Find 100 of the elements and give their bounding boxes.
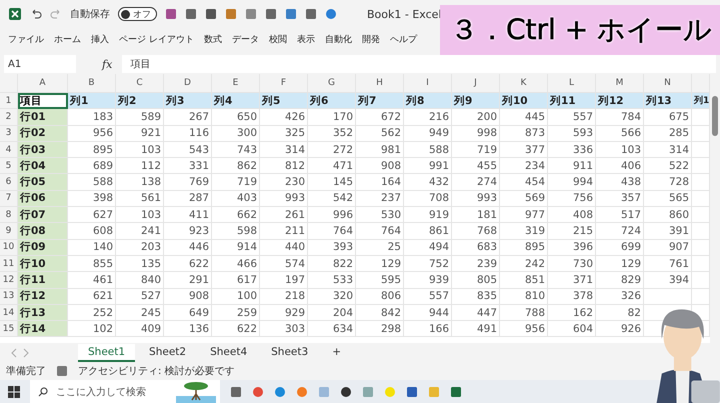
excel-logo-icon[interactable] <box>8 7 22 21</box>
column-header[interactable]: M <box>596 74 644 93</box>
table-cell: 662 <box>212 207 260 224</box>
table-cell: 842 <box>356 304 404 322</box>
table-cell: 行10 <box>18 256 68 272</box>
row-header[interactable]: 1 <box>0 93 18 110</box>
column-header[interactable]: N <box>644 74 692 93</box>
autosave-toggle[interactable]: オフ <box>118 7 157 21</box>
column-header[interactable]: G <box>308 74 356 93</box>
table-cell: 911 <box>548 158 596 174</box>
row-header[interactable]: 3 <box>0 126 18 142</box>
table-cell: 675 <box>644 109 692 126</box>
table-cell: 377 <box>500 142 548 158</box>
table-cell: 行13 <box>18 304 68 322</box>
table-cell: 764 <box>356 223 404 240</box>
column-header[interactable]: K <box>500 74 548 93</box>
table-cell: 行01 <box>18 109 68 126</box>
sheet-tab[interactable]: Sheet3 <box>261 344 318 362</box>
row-header[interactable]: 5 <box>0 158 18 174</box>
menu-tab[interactable]: ページ レイアウト <box>119 32 194 46</box>
row-header[interactable]: 8 <box>0 207 18 224</box>
function-label[interactable]: fx <box>102 58 112 70</box>
row-header[interactable]: 7 <box>0 190 18 208</box>
menu-tab[interactable]: データ <box>232 32 259 46</box>
table-cell: 行03 <box>18 142 68 158</box>
row-header[interactable]: 12 <box>0 272 18 289</box>
column-header[interactable]: D <box>164 74 212 93</box>
table-cell: 588 <box>68 174 116 191</box>
table-cell: 432 <box>404 174 452 191</box>
row-header[interactable]: 13 <box>0 288 18 305</box>
table-cell: 行08 <box>18 223 68 240</box>
table-cell: 197 <box>260 272 308 289</box>
taskbar-search-field[interactable]: ここに入力して検索 <box>30 380 220 403</box>
row-header[interactable]: 9 <box>0 223 18 240</box>
table-cell: 672 <box>356 109 404 126</box>
table-cell: 784 <box>596 109 644 126</box>
row-header[interactable]: 6 <box>0 174 18 191</box>
table-cell: 331 <box>164 158 212 174</box>
table-cell: 357 <box>596 190 644 208</box>
column-header[interactable]: J <box>452 74 500 93</box>
name-box[interactable]: A1 <box>4 55 76 73</box>
table-cell: 325 <box>260 126 308 142</box>
windows-start-icon[interactable] <box>8 386 20 398</box>
column-header[interactable]: E <box>212 74 260 93</box>
table-cell: 129 <box>356 256 404 272</box>
table-cell: 394 <box>644 272 692 289</box>
table-cell: 274 <box>452 174 500 191</box>
add-sheet-button[interactable]: + <box>322 344 351 362</box>
menu-tab[interactable]: 表示 <box>296 32 315 46</box>
table-cell: 列1 <box>692 93 710 110</box>
table-cell: 806 <box>356 288 404 305</box>
table-cell: 135 <box>116 256 164 272</box>
formula-field[interactable]: 項目 <box>122 55 716 73</box>
table-cell: 164 <box>356 174 404 191</box>
table-cell: 565 <box>644 190 692 208</box>
column-header[interactable]: A <box>18 74 68 93</box>
row-header[interactable]: 11 <box>0 256 18 272</box>
table-cell: 239 <box>452 256 500 272</box>
row-header[interactable]: 10 <box>0 240 18 256</box>
table-cell: 245 <box>116 304 164 322</box>
table-cell: 行02 <box>18 126 68 142</box>
column-header[interactable]: L <box>548 74 596 93</box>
menu-tab[interactable]: ホーム <box>54 32 81 46</box>
menu-tab[interactable]: 数式 <box>204 32 222 46</box>
table-cell: 919 <box>404 207 452 224</box>
table-cell: 行05 <box>18 174 68 191</box>
table-cell: 822 <box>308 256 356 272</box>
row-header[interactable]: 15 <box>0 321 18 338</box>
undo-icon[interactable] <box>30 8 42 20</box>
column-header[interactable]: C <box>116 74 164 93</box>
table-cell: 261 <box>260 207 308 224</box>
search-icon <box>38 386 48 396</box>
column-header[interactable]: H <box>356 74 404 93</box>
table-cell: 977 <box>500 207 548 224</box>
table-cell: 445 <box>500 109 548 126</box>
table-cell: 272 <box>308 142 356 158</box>
column-header[interactable]: B <box>68 74 116 93</box>
menu-tab[interactable]: 挿入 <box>91 32 109 46</box>
row-header[interactable]: 14 <box>0 304 18 322</box>
table-cell: 855 <box>68 256 116 272</box>
menu-tab[interactable]: ヘルプ <box>390 32 417 46</box>
row-header[interactable]: 2 <box>0 109 18 126</box>
redo-icon[interactable] <box>50 8 62 20</box>
column-header[interactable]: F <box>260 74 308 93</box>
table-cell: 812 <box>260 158 308 174</box>
sheet-tab[interactable]: Sheet2 <box>139 344 196 362</box>
previous-sheet-icon[interactable] <box>10 348 18 358</box>
menu-tab[interactable]: 自動化 <box>324 32 352 46</box>
next-sheet-icon[interactable] <box>22 348 30 358</box>
sheet-tab[interactable]: Sheet4 <box>200 344 258 362</box>
menu-tab[interactable]: 校閲 <box>268 32 287 46</box>
column-header[interactable]: I <box>404 74 452 93</box>
menu-tab[interactable]: ファイル <box>8 32 44 46</box>
sheet-tab[interactable]: Sheet1 <box>78 344 136 362</box>
accessibility-status[interactable]: アクセシビリティ: 検討が必要です <box>78 364 235 378</box>
row-header[interactable]: 4 <box>0 142 18 158</box>
scrollbar-thumb[interactable] <box>712 96 718 136</box>
table-cell: 列3 <box>164 93 212 110</box>
menu-tab[interactable]: 開発 <box>362 32 380 46</box>
table-cell: 724 <box>596 223 644 240</box>
